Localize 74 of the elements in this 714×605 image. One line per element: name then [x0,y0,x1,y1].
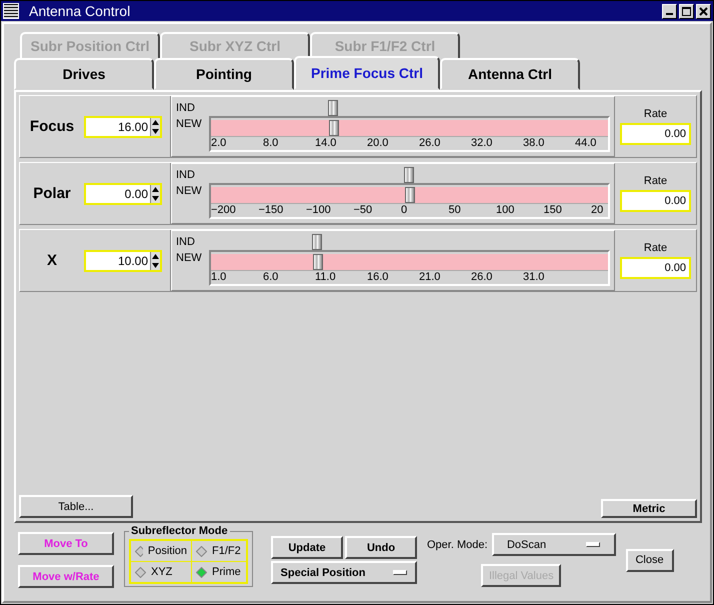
tick-label: 2.0 [211,137,228,149]
rate-field[interactable]: 0.00 [620,257,691,279]
slider-label: IND [176,101,196,114]
tick-label: 16.0 [367,271,390,283]
rate-label: Rate [644,175,668,187]
tick-label: 20 [591,204,604,216]
tick-label: −200 [211,204,237,216]
tab[interactable]: Prime Focus Ctrl [294,56,440,90]
tick-label: 6.0 [263,271,280,283]
slider-label: NEW [176,251,203,264]
tick-label: 31.0 [523,271,546,283]
value-spinner[interactable]: 10.00 [84,250,162,272]
value-spinner[interactable]: 0.00 [84,182,162,204]
radio-icon[interactable] [196,546,207,556]
tick-label: 8.0 [263,137,280,149]
update-button[interactable]: Update [271,536,343,559]
radio-icon[interactable] [196,566,207,578]
minimize-icon[interactable] [662,4,677,18]
tick-label: 50 [448,204,462,216]
spin-arrows-icon[interactable] [151,118,160,134]
axis-label: X [46,252,58,269]
menu-icon[interactable] [3,3,19,19]
metric-button[interactable]: Metric [601,499,697,518]
tick-label: −150 [258,204,284,216]
tick-label: 150 [544,204,563,216]
tick-label: 26.0 [471,271,494,283]
special-position-dropdown[interactable]: Special Position [271,561,417,584]
rate-field[interactable]: 0.00 [620,190,691,212]
oper-mode-label: Oper. Mode: [427,538,488,550]
radio-option[interactable]: XYZ [131,562,191,582]
maximize-icon[interactable] [679,4,694,18]
tab[interactable]: Drives [14,58,154,90]
radio-option[interactable]: F1/F2 [192,541,246,561]
radio-icon[interactable] [135,546,143,556]
radio-option[interactable]: Position [131,541,191,561]
slider-label: NEW [176,184,203,197]
tick-label: 26.0 [419,137,442,149]
rate-label: Rate [644,242,668,254]
table-button[interactable]: Table... [19,495,133,518]
slider-thumb[interactable] [404,187,414,203]
tick-label: 21.0 [419,271,442,283]
group-title: Subreflector Mode [130,525,229,537]
slider-label: NEW [176,117,203,130]
undo-button[interactable]: Undo [345,536,417,559]
slider-thumb[interactable] [329,120,340,136]
axis-label: Focus [28,118,76,135]
tick-label: 100 [496,204,516,216]
close-icon[interactable] [696,4,711,18]
tick-label: 44.0 [575,137,598,149]
value-spinner[interactable]: 16.00 [84,116,162,138]
spin-arrows-icon[interactable] [151,252,160,268]
close-button[interactable]: Close [626,548,674,572]
slider-thumb[interactable] [313,254,324,270]
tick-label: 0 [401,204,408,216]
oper-mode-dropdown[interactable]: DoScan [492,533,616,556]
tick-label: 32.0 [471,137,494,149]
tick-label: 38.0 [523,137,546,149]
tick-label: −50 [354,204,374,216]
slider-label: IND [176,168,196,181]
tick-label: 20.0 [367,137,390,149]
radio-icon[interactable] [135,566,146,578]
rate-label: Rate [644,108,668,120]
tick-label: −100 [306,204,332,216]
radio-option[interactable]: Prime [192,562,246,582]
tick-label: 11.0 [315,271,337,283]
spin-arrows-icon[interactable] [151,186,160,202]
window-title: Antenna Control [29,3,132,19]
tick-label: 14.0 [315,137,338,149]
axis-label: Polar [32,185,72,202]
tick-label: 1.0 [211,271,228,283]
tab[interactable]: Pointing [154,58,294,90]
tab[interactable]: Antenna Ctrl [440,58,580,90]
rate-field[interactable]: 0.00 [620,123,691,145]
slider-label: IND [176,235,196,248]
